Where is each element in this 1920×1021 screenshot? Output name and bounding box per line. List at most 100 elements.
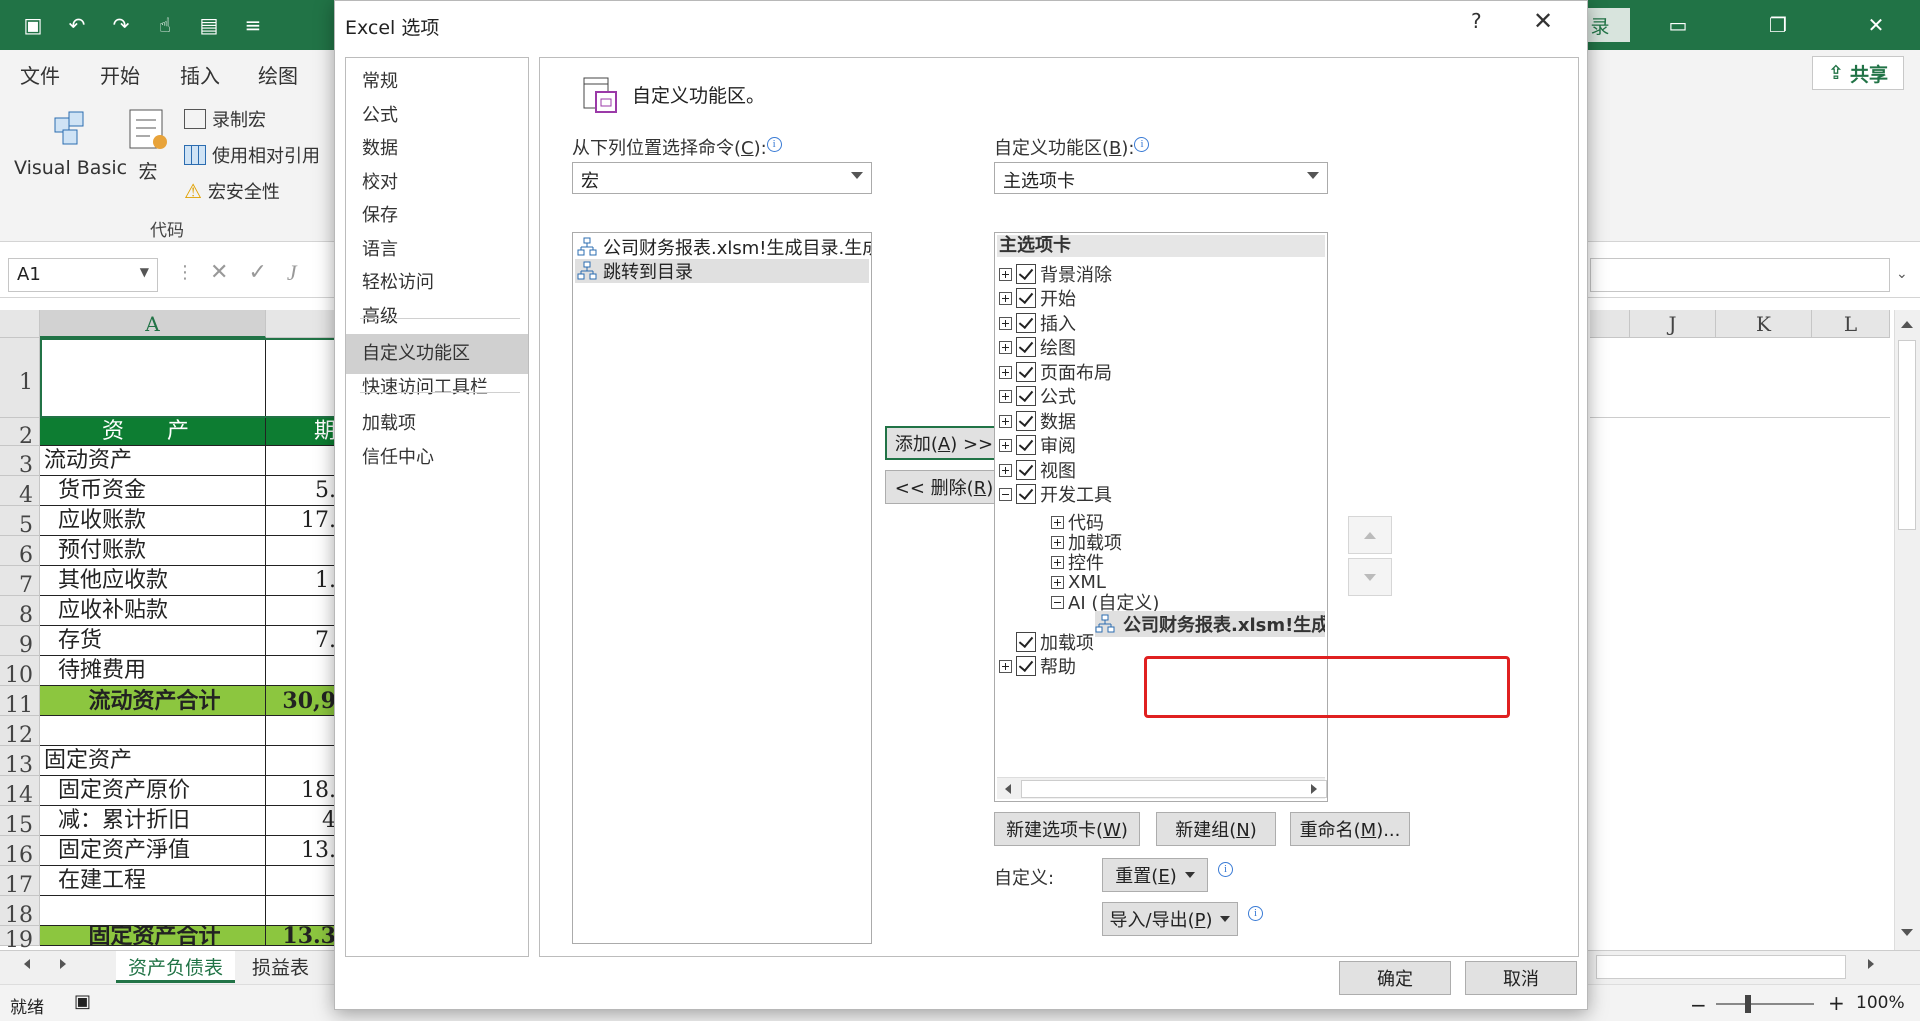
tree-item[interactable]: 背景消除 xyxy=(999,261,1112,287)
row-header[interactable]: 18 xyxy=(0,896,40,928)
row-header[interactable]: 11 xyxy=(0,686,40,718)
expand-icon[interactable] xyxy=(999,291,1012,305)
choose-commands-dropdown[interactable]: 宏 xyxy=(572,162,872,194)
column-header-a[interactable]: A xyxy=(40,310,266,338)
zoom-slider-thumb[interactable] xyxy=(1745,995,1751,1013)
cell-a[interactable]: 固定资产原价 xyxy=(40,776,266,806)
horizontal-scrollbar[interactable] xyxy=(1596,955,1846,979)
relative-reference-button[interactable]: 使用相对引用 xyxy=(184,142,320,168)
tree-item[interactable]: 视图 xyxy=(999,457,1076,483)
cell-b[interactable]: 5. xyxy=(266,476,336,506)
row-header[interactable]: 14 xyxy=(0,776,40,808)
row-header[interactable]: 7 xyxy=(0,566,40,598)
ribbon-display-icon[interactable]: ▭ xyxy=(1660,8,1696,42)
scroll-up-icon[interactable] xyxy=(1897,314,1917,334)
cell-b[interactable] xyxy=(266,446,336,476)
tree-item[interactable]: 插入 xyxy=(999,310,1076,336)
cell-b[interactable] xyxy=(266,656,336,686)
row-header[interactable]: 8 xyxy=(0,596,40,628)
tree-item[interactable]: 开发工具 xyxy=(999,481,1112,507)
checkbox[interactable] xyxy=(1016,362,1036,382)
cell-a[interactable]: 应收补贴款 xyxy=(40,596,266,626)
info-icon[interactable]: i xyxy=(1218,862,1233,877)
chevron-down-icon[interactable]: ▼ xyxy=(140,265,149,279)
visual-basic-button[interactable]: Visual Basic xyxy=(14,104,127,179)
cell-a[interactable]: 应收账款 xyxy=(40,506,266,536)
redo-icon[interactable]: ↷ xyxy=(106,10,136,40)
touch-mode-icon[interactable]: ☝ xyxy=(150,10,180,40)
checkbox[interactable] xyxy=(1016,386,1036,406)
row-header[interactable]: 2 xyxy=(0,418,40,449)
cell-a[interactable]: 预付账款 xyxy=(40,536,266,566)
name-box[interactable]: A1 ▼ xyxy=(8,258,158,292)
vertical-scrollbar[interactable] xyxy=(1894,310,1920,950)
tree-item[interactable]: 绘图 xyxy=(999,334,1076,360)
zoom-level[interactable]: 100% xyxy=(1856,993,1905,1013)
checkbox[interactable] xyxy=(1016,264,1036,284)
restore-icon[interactable]: ❐ xyxy=(1760,8,1796,42)
enter-icon[interactable]: ✓ xyxy=(248,260,266,286)
row-header[interactable]: 1 xyxy=(0,338,40,418)
zoom-out-icon[interactable]: − xyxy=(1690,993,1707,1017)
cell-a[interactable]: 固定资产 xyxy=(40,746,266,776)
row-header[interactable]: 15 xyxy=(0,806,40,838)
cell-a[interactable] xyxy=(40,716,266,746)
undo-icon[interactable]: ↶ xyxy=(62,10,92,40)
customize-qat-icon[interactable]: ≡ xyxy=(238,10,268,40)
move-down-button[interactable] xyxy=(1348,558,1392,596)
cell-a[interactable]: 固定资产淨值 xyxy=(40,836,266,866)
zoom-in-icon[interactable]: + xyxy=(1828,991,1845,1015)
expand-icon[interactable] xyxy=(1051,555,1064,569)
column-header-k[interactable]: K xyxy=(1716,310,1812,338)
zoom-slider[interactable] xyxy=(1716,1003,1814,1005)
expand-icon[interactable] xyxy=(999,659,1012,673)
checkbox[interactable] xyxy=(1016,656,1036,676)
command-item[interactable]: 公司财务报表.xlsm!生成目录.生成目录 xyxy=(575,235,871,259)
row-header[interactable]: 17 xyxy=(0,866,40,898)
cell-a[interactable]: 在建工程 xyxy=(40,866,266,896)
save-icon[interactable]: ▣ xyxy=(18,10,48,40)
ok-button[interactable]: 确定 xyxy=(1339,961,1451,995)
row-header[interactable]: 10 xyxy=(0,656,40,688)
sheet-prev-icon[interactable] xyxy=(24,959,30,969)
cell-a[interactable]: 流动资产合计 xyxy=(40,686,266,716)
formula-input[interactable] xyxy=(1590,258,1890,292)
expand-icon[interactable] xyxy=(999,316,1012,330)
row-header[interactable]: 6 xyxy=(0,536,40,568)
hscroll-right-icon[interactable] xyxy=(1868,959,1874,969)
remove-button[interactable]: << 删除(R) xyxy=(885,470,1003,504)
checkbox[interactable] xyxy=(1016,632,1036,652)
tree-scroll-thumb[interactable] xyxy=(1021,780,1327,798)
import-export-button[interactable]: 导入/导出(P) xyxy=(1102,902,1238,936)
expand-icon[interactable] xyxy=(999,267,1012,281)
tree-item[interactable]: 帮助 xyxy=(999,653,1076,679)
info-icon[interactable]: i xyxy=(1134,137,1150,152)
commands-list[interactable]: 公司财务报表.xlsm!生成目录.生成目录跳转到目录 xyxy=(572,232,872,944)
collapse-icon[interactable] xyxy=(1051,595,1064,609)
row-header[interactable]: 13 xyxy=(0,746,40,778)
expand-icon[interactable] xyxy=(999,340,1012,354)
info-icon[interactable]: i xyxy=(1248,906,1263,921)
sheet-tab-income[interactable]: 损益表 xyxy=(240,951,321,983)
scroll-left-icon[interactable] xyxy=(997,778,1019,800)
macro-security-button[interactable]: ⚠ 宏安全性 xyxy=(184,178,280,204)
cell-b[interactable]: 13. xyxy=(266,836,336,866)
row-header[interactable]: 9 xyxy=(0,626,40,658)
expand-icon[interactable] xyxy=(999,414,1012,428)
row-header[interactable]: 4 xyxy=(0,476,40,508)
cell-b[interactable] xyxy=(266,716,336,746)
info-icon[interactable]: i xyxy=(766,137,782,152)
share-button[interactable]: ⇪ 共享 xyxy=(1812,56,1904,90)
expand-formula-icon[interactable]: ⌄ xyxy=(1896,266,1908,282)
expand-icon[interactable] xyxy=(1051,535,1064,549)
command-item[interactable]: 跳转到目录 xyxy=(575,259,869,283)
checkbox[interactable] xyxy=(1016,435,1036,455)
cell-b[interactable]: 13.3 xyxy=(266,926,336,946)
column-header-b[interactable] xyxy=(266,310,340,338)
tab-home[interactable]: 开始 xyxy=(100,60,140,89)
row-header[interactable]: 3 xyxy=(0,446,40,478)
new-tab-button[interactable]: 新建选项卡(W) xyxy=(994,812,1140,846)
scrollbar-thumb[interactable] xyxy=(1898,340,1916,530)
expand-icon[interactable] xyxy=(999,389,1012,403)
expand-icon[interactable] xyxy=(999,365,1012,379)
